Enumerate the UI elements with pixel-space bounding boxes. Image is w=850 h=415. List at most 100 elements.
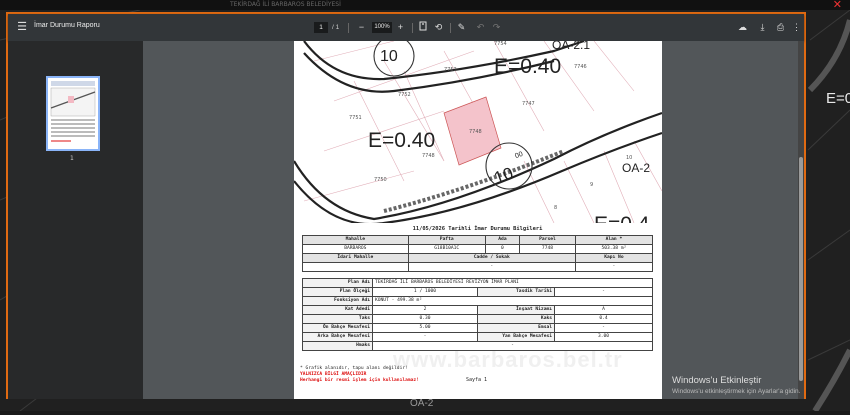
cell-ada: 0	[484, 244, 521, 254]
cell-mahalle: BARBAROS	[302, 244, 409, 254]
col-header: Parsel	[519, 235, 576, 245]
cell-value: 0.4	[554, 314, 653, 324]
cell-value: 2	[372, 305, 478, 315]
thumbnail-preview	[50, 81, 96, 142]
parcel-label: 7746	[574, 64, 587, 70]
page-number-input[interactable]: 1	[314, 22, 328, 33]
fit-page-icon[interactable]	[416, 21, 429, 34]
cell-value: -	[372, 332, 478, 342]
parcel-label: 10	[626, 155, 632, 161]
note-resmi: Herhangi bir resmi işlem için kullanılam…	[300, 378, 419, 383]
document-canvas[interactable]: E=0.40 E=0.40 E=0.4 OA-2.1 OA-2 10 10 0 0…	[143, 41, 804, 399]
scrollbar-thumb[interactable]	[799, 157, 803, 381]
watermark-text: www.barbaros.bel.tr	[393, 347, 623, 372]
row-label: Emsal	[477, 323, 555, 333]
row-label: Hmaks	[302, 341, 373, 351]
cell-fonksiyon: KONUT - 499.38 m²	[372, 296, 653, 306]
redo-icon[interactable]: ↷	[490, 21, 503, 34]
cell-pafta: G18B10A1C	[407, 244, 486, 254]
cell-plan-olcegi: 1 / 1000	[372, 287, 478, 297]
page-thumbnail[interactable]	[46, 76, 100, 151]
map-label-e-3: E=0.4	[594, 213, 650, 223]
close-icon[interactable]: ✕	[833, 0, 842, 10]
row-label: Ön Bahçe Mesafesi	[302, 323, 373, 333]
road-label-1: 10	[380, 48, 398, 65]
activation-title: Windows'u Etkinleştir	[672, 375, 762, 386]
activation-subtitle: Windows'u etkinleştirmek için Ayarlar'a …	[672, 388, 801, 395]
row-label: Tasdik Tarihi	[477, 287, 555, 297]
col-header: Cadde / Sokak	[407, 253, 576, 263]
pdf-page: E=0.40 E=0.40 E=0.4 OA-2.1 OA-2 10 10 0 0…	[294, 41, 662, 399]
print-icon[interactable]: ⎙	[774, 21, 787, 34]
zoning-info-table: 11/05/2026 Tarihli İmar Durumu Bilgileri…	[302, 223, 654, 351]
annotate-icon[interactable]: ✎	[455, 21, 468, 34]
row-label: Fonksiyon Adı	[302, 296, 373, 306]
zoom-in-icon[interactable]: +	[394, 21, 407, 34]
undo-icon[interactable]: ↶	[474, 21, 487, 34]
cell-alan: 503.38 m²	[574, 244, 654, 254]
thumbnail-sidebar: 1	[8, 41, 143, 399]
cell-value: A	[554, 305, 653, 315]
cell-parsel: 7748	[519, 244, 576, 254]
parcel-label: 7748	[422, 153, 435, 159]
bg-label-e: E=0.	[826, 90, 850, 107]
bg-label-oa: OA-2	[410, 398, 434, 409]
zoom-out-icon[interactable]: −	[355, 21, 368, 34]
parcel-label: 7750	[374, 177, 387, 183]
toolbar-divider	[412, 23, 413, 33]
parcel-label: 7751	[349, 115, 362, 121]
row-label: Yan Bahçe Mesafesi	[477, 332, 555, 342]
pdf-toolbar: ☰ İmar Durumu Raporu 1 / 1 − 100% + ⟲ ✎ …	[8, 14, 804, 41]
cell-cadde: -	[407, 262, 576, 272]
rotate-icon[interactable]: ⟲	[432, 21, 445, 34]
toolbar-divider	[450, 23, 451, 33]
cell-tasdik: -	[554, 287, 653, 297]
document-title: İmar Durumu Raporu	[34, 22, 100, 29]
cell-value: 5.00	[372, 323, 478, 333]
parcel-label: 9	[590, 182, 593, 188]
parcel-label: 7752	[398, 92, 411, 98]
parcel-label: 8	[554, 205, 557, 211]
zoning-map: E=0.40 E=0.40 E=0.4 OA-2.1 OA-2 10 10 00…	[294, 41, 662, 223]
col-header: Ada	[484, 235, 521, 245]
cell-idari-mahalle	[302, 262, 409, 272]
row-label: Taks	[302, 314, 373, 324]
pdf-viewer-window: ☰ İmar Durumu Raporu 1 / 1 − 100% + ⟲ ✎ …	[6, 12, 806, 399]
save-to-drive-icon[interactable]: ☁	[736, 21, 749, 34]
row-label: Plan Ölçeği	[302, 287, 373, 297]
page-total: / 1	[332, 24, 340, 31]
cell-value: 3.00	[554, 332, 653, 342]
menu-icon[interactable]: ☰	[15, 20, 29, 34]
col-header: Pafta	[407, 235, 486, 245]
row-label: İnşaat Nizamı	[477, 305, 555, 315]
map-label-oa-2: OA-2	[622, 161, 650, 175]
parcel-label: 7754	[494, 41, 507, 47]
thumbnail-page-number: 1	[70, 155, 74, 162]
row-label: Plan Adı	[302, 278, 373, 288]
map-label-e-1: E=0.40	[494, 55, 561, 78]
download-icon[interactable]: ⤓	[756, 21, 769, 34]
vertical-scrollbar[interactable]	[798, 41, 804, 399]
row-label: Kaks	[477, 314, 555, 324]
cell-kapi-no: -	[574, 262, 654, 272]
col-header: Mahalle	[302, 235, 409, 245]
col-header: Kapı No	[574, 253, 654, 263]
toolbar-divider	[348, 23, 349, 33]
parcel-label: 7747	[522, 101, 535, 107]
cell-value: -	[554, 323, 653, 333]
background-tab-strip: TEKİRDAĞ İLİ BARBAROS BELEDİYESİ	[0, 0, 850, 10]
windows-activation-notice: Windows'u Etkinleştir Windows'u etkinleş…	[672, 375, 800, 395]
zoom-input[interactable]: 100%	[372, 22, 392, 33]
page-number-footer: Sayfa 1	[466, 377, 488, 383]
parcel-label: 7748	[469, 129, 482, 135]
map-label-oa-1: OA-2.1	[552, 41, 590, 52]
more-icon[interactable]: ⋮	[790, 21, 803, 34]
row-label: Kat Adedi	[302, 305, 373, 315]
cell-value: 0.30	[372, 314, 478, 324]
parcel-label: 7753	[444, 67, 457, 73]
report-title: 11/05/2026 Tarihli İmar Durumu Bilgileri	[412, 226, 543, 232]
row-label: Arka Bahçe Mesafesi	[302, 332, 373, 342]
map-label-e-2: E=0.40	[368, 129, 435, 152]
col-header: İdari Mahalle	[302, 253, 409, 263]
col-header: Alan *	[574, 235, 654, 245]
